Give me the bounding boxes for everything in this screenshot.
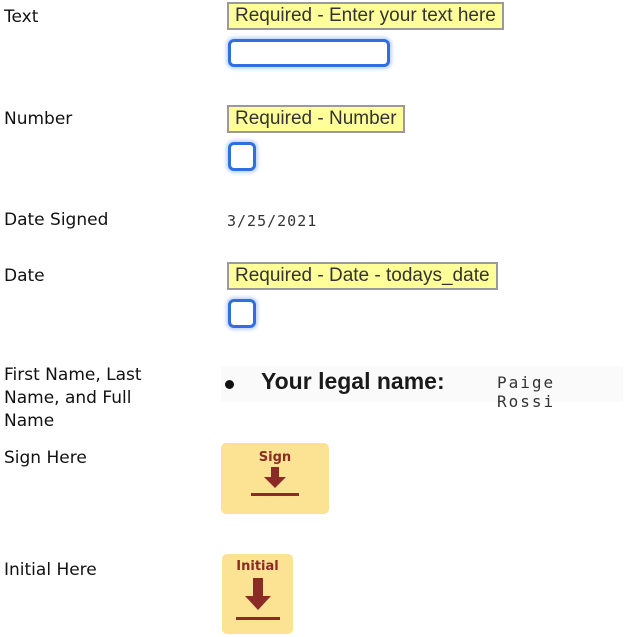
sign-tag-label: Sign	[258, 450, 292, 465]
sign-here-label: Sign Here	[4, 448, 87, 468]
legal-name-label: Your legal name:	[261, 368, 445, 394]
name-field-label: First Name, Last Name, and Full Name	[4, 364, 142, 433]
legal-name-value: Paige Rossi	[497, 373, 556, 411]
date-signed-value: 3/25/2021	[227, 212, 318, 230]
text-field-tooltip: Required - Enter your text here	[227, 2, 504, 30]
date-field-label: Date	[4, 266, 45, 286]
name-label-line: First Name, Last	[4, 365, 142, 385]
date-field-tooltip: Required - Date - todays_date	[227, 262, 498, 290]
download-arrow-icon	[235, 578, 280, 620]
download-arrow-icon	[251, 467, 299, 496]
initial-tag-label: Initial	[236, 559, 279, 574]
name-label-line: Name	[4, 411, 55, 431]
number-field-tooltip: Required - Number	[227, 105, 405, 133]
text-field-label: Text	[4, 7, 39, 27]
number-input[interactable]	[228, 142, 256, 171]
date-signed-label: Date Signed	[4, 210, 109, 230]
initial-here-label: Initial Here	[4, 560, 97, 580]
initial-here-tag[interactable]: Initial	[222, 554, 293, 634]
name-label-line: Name, and Full	[4, 388, 132, 408]
sign-here-tag[interactable]: Sign	[221, 443, 329, 514]
bullet-icon	[225, 380, 234, 389]
text-input[interactable]	[228, 39, 390, 67]
date-input[interactable]	[228, 299, 256, 328]
number-field-label: Number	[4, 109, 73, 129]
legal-name-document-snippet: Your legal name: Paige Rossi	[221, 366, 623, 411]
